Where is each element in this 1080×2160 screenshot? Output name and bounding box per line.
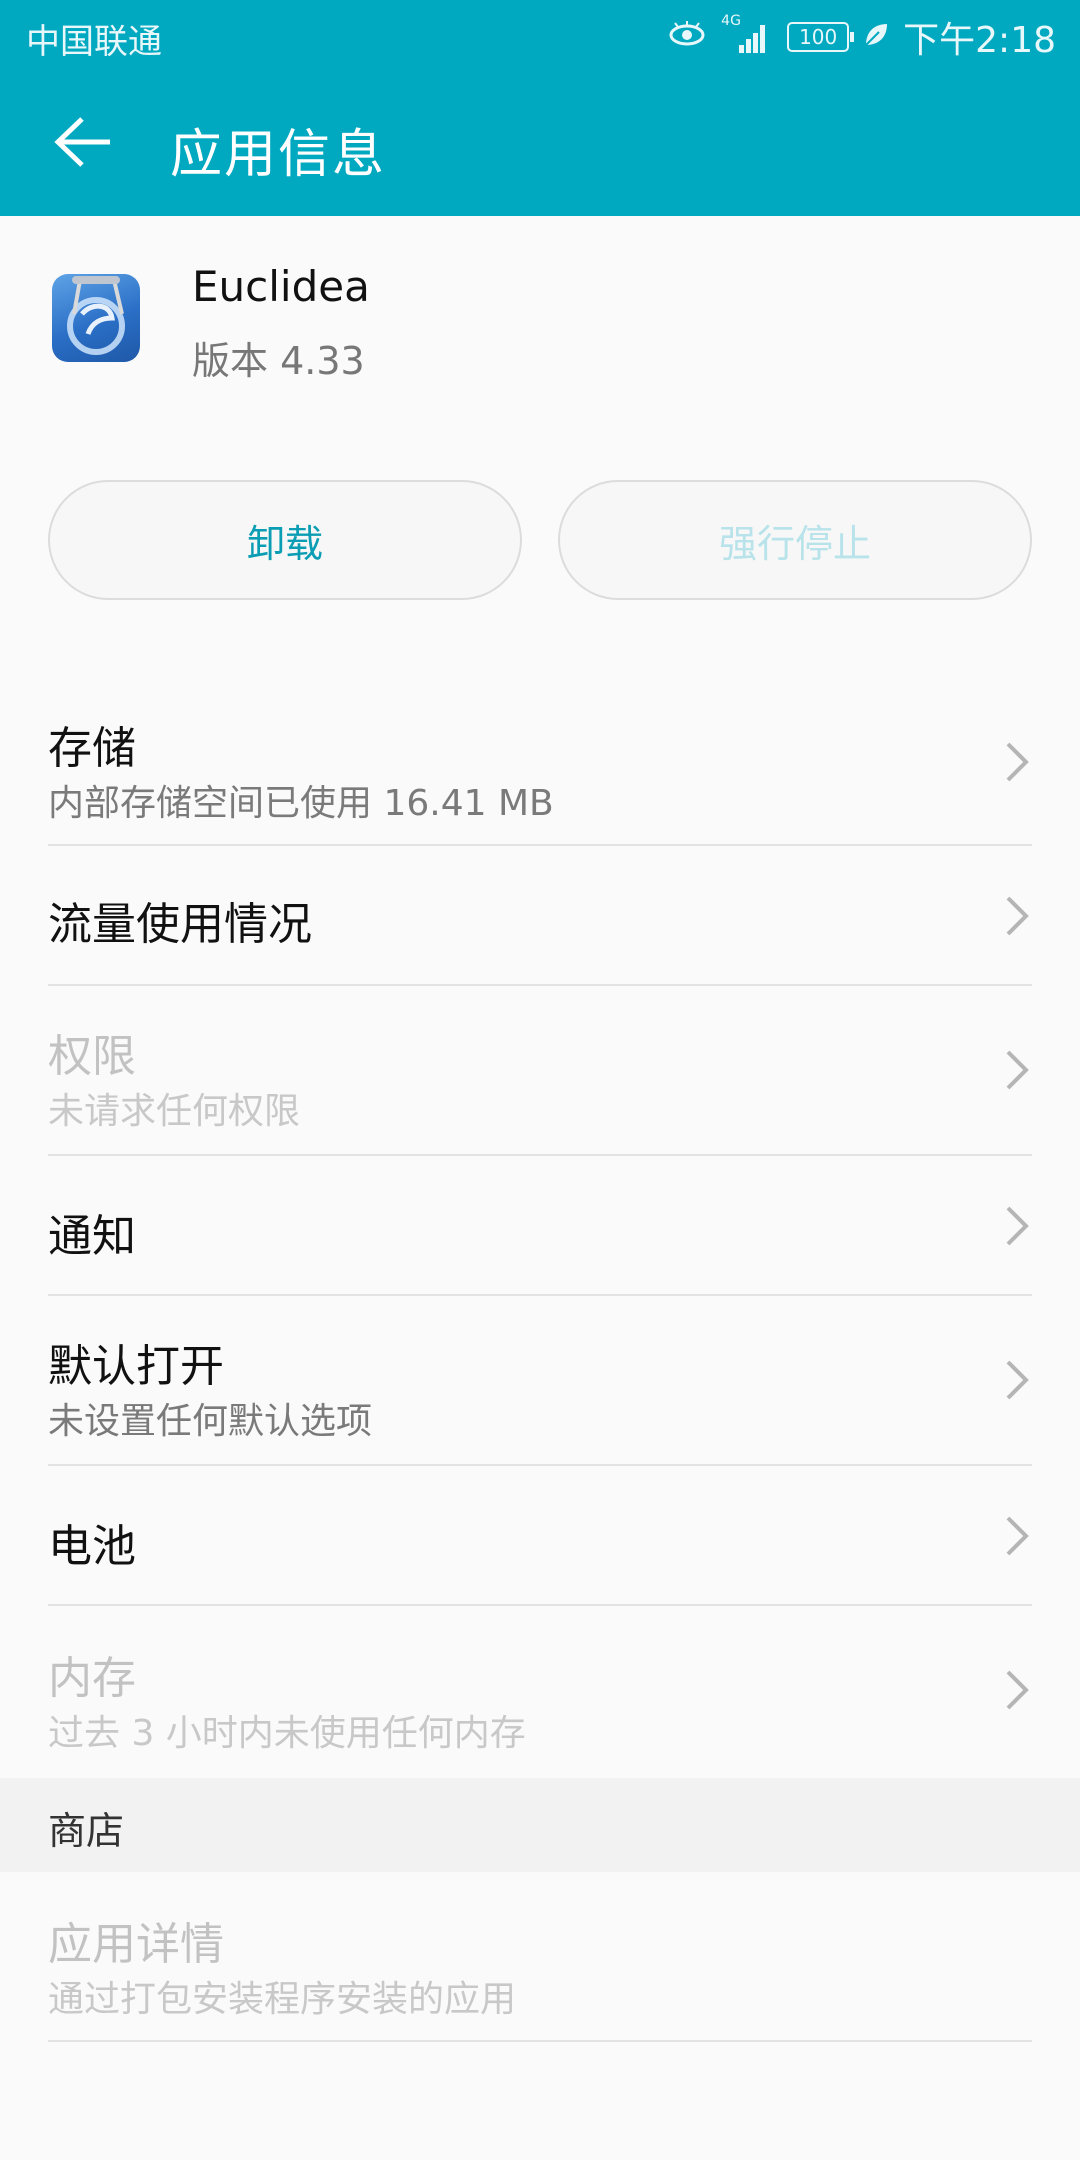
force-stop-button[interactable]: 强行停止 [558,480,1032,600]
permissions-row[interactable]: 权限 未请求任何权限 [0,986,1080,1156]
row-subtitle: 通过打包安装程序安装的应用 [48,1979,517,2020]
status-bar: 中国联通 4G 100 下午2:18 [0,0,1080,74]
storage-row[interactable]: 存储 内部存储空间已使用 16.41 MB [0,680,1080,846]
row-title: 流量使用情况 [48,899,312,950]
row-title: 默认打开 [48,1341,224,1392]
battery-row[interactable]: 电池 [0,1466,1080,1606]
row-subtitle: 过去 3 小时内未使用任何内存 [48,1713,526,1754]
eye-comfort-icon [667,21,707,53]
back-button[interactable] [44,110,124,178]
page-title: 应用信息 [170,125,387,185]
chevron-right-icon [996,740,1036,784]
row-subtitle: 未设置任何默认选项 [48,1401,373,1442]
app-details-row[interactable]: 应用详情 通过打包安装程序安装的应用 [0,1872,1080,2042]
row-title: 权限 [48,1031,136,1082]
leaf-power-saving-icon [863,21,889,53]
row-title: 电池 [48,1521,136,1572]
row-title: 通知 [48,1211,136,1262]
chevron-right-icon [996,1668,1036,1712]
divider [48,2040,1032,2042]
chevron-right-icon [996,1358,1036,1402]
clock: 下午2:18 [903,20,1056,61]
top-app-bar: 中国联通 4G 100 下午2:18 应用信息 [0,0,1080,216]
row-subtitle: 内部存储空间已使用 16.41 MB [48,783,554,824]
chevron-right-icon [996,894,1036,938]
carrier-name: 中国联通 [26,22,162,62]
status-icons: 4G 100 下午2:18 [667,12,1056,62]
arrow-left-icon [54,115,114,173]
row-title: 应用详情 [48,1919,224,1970]
app-version: 版本 4.33 [192,339,365,383]
uninstall-button[interactable]: 卸载 [48,480,522,600]
memory-row[interactable]: 内存 过去 3 小时内未使用任何内存 [0,1606,1080,1778]
battery-level: 100 [799,25,838,49]
settings-list: 存储 内部存储空间已使用 16.41 MB 流量使用情况 权限 未请求任何权限 … [0,680,1080,1778]
row-title: 内存 [48,1653,136,1704]
notifications-row[interactable]: 通知 [0,1156,1080,1296]
battery-icon: 100 [787,22,855,52]
chevron-right-icon [996,1514,1036,1558]
open-by-default-row[interactable]: 默认打开 未设置任何默认选项 [0,1296,1080,1466]
data-usage-row[interactable]: 流量使用情况 [0,846,1080,986]
app-name: Euclidea [192,262,370,311]
signal-4g-icon: 4G [721,13,773,57]
store-section-header: 商店 [0,1778,1080,1872]
section-label: 商店 [48,1809,125,1853]
row-title: 存储 [48,723,136,774]
chevron-right-icon [996,1204,1036,1248]
row-subtitle: 未请求任何权限 [48,1091,301,1132]
euclidea-app-icon [52,274,140,362]
chevron-right-icon [996,1048,1036,1092]
